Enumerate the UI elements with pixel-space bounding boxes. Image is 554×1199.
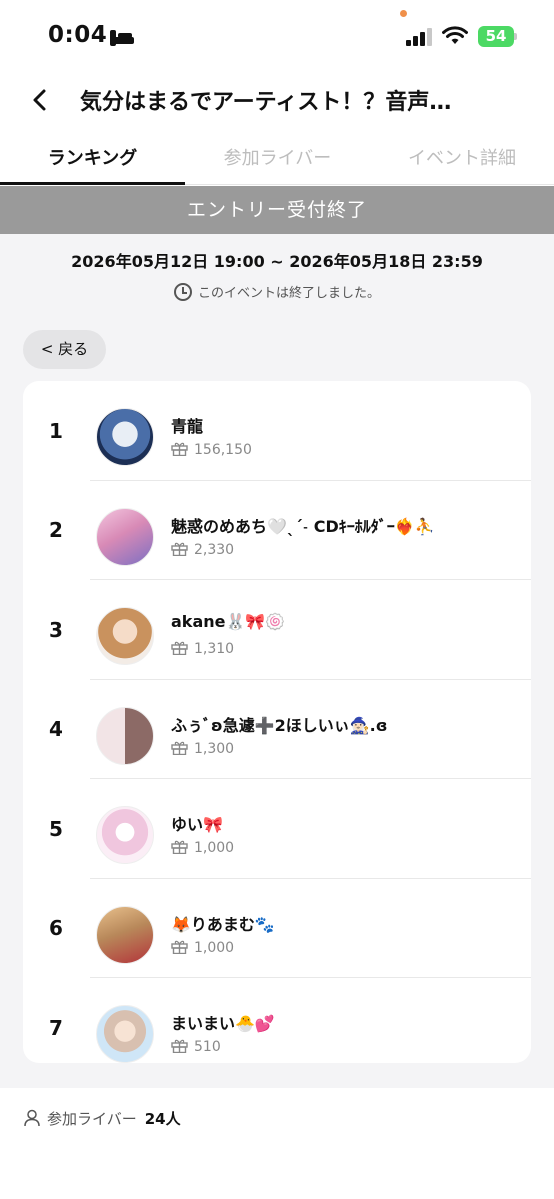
tab-participants[interactable]: 参加ライバー (185, 144, 370, 170)
gift-count: 2,330 (194, 541, 235, 558)
liver-name: まいまい🐣💕 (171, 1014, 275, 1033)
ranking-row[interactable]: 2 魅惑のめあち🤍ˎˊ˗ CDｷｰﾎﾙﾀﾞｰ❤️‍🔥⛹️ 2,330 (23, 481, 531, 580)
rank-number: 2 (49, 518, 63, 543)
gift-count: 1,000 (194, 939, 235, 956)
avatar[interactable] (96, 806, 154, 864)
gift-points: 510 (171, 1038, 221, 1055)
battery-tip (514, 33, 517, 40)
avatar[interactable] (96, 408, 154, 466)
gift-icon (171, 1039, 188, 1053)
rank-number: 7 (49, 1015, 63, 1040)
battery-indicator: 54 (478, 26, 514, 47)
gift-count: 510 (194, 1039, 221, 1055)
active-tab-indicator (0, 182, 185, 185)
gift-points: 1,300 (171, 740, 234, 757)
gift-icon (171, 641, 188, 655)
liver-name: akane🐰🎀🍥 (171, 612, 286, 631)
rank-number: 6 (49, 916, 63, 941)
chevron-left-icon[interactable] (28, 86, 52, 114)
status-time: 0:04 (48, 22, 108, 48)
ranking-row[interactable]: 1 青龍 156,150 (23, 381, 531, 481)
event-period: 2026年05月12日 19:00 ~ 2026年05月18日 23:59 (71, 252, 483, 271)
gift-points: 2,330 (171, 541, 234, 558)
entry-closed-banner: エントリー受付終了 (0, 186, 554, 234)
rank-number: 5 (49, 816, 63, 841)
gift-points: 1,000 (171, 839, 234, 856)
event-ended-text: このイベントは終了しました。 (197, 286, 380, 301)
gift-icon (171, 542, 188, 556)
ranking-list: 1 青龍 156,150 2 魅惑のめあち🤍ˎˊ˗ CDｷｰﾎﾙﾀﾞｰ❤️‍🔥⛹… (23, 381, 531, 1063)
liver-name: 魅惑のめあち🤍ˎˊ˗ CDｷｰﾎﾙﾀﾞｰ❤️‍🔥⛹️ (171, 516, 435, 536)
gift-points: 1,000 (171, 939, 234, 956)
ranking-row[interactable]: 5 ゆい🎀 1,000 (23, 779, 531, 879)
participant-label: 参加ライバー (47, 1110, 137, 1128)
sleep-focus-icon (110, 30, 134, 46)
participant-count[interactable]: 参加ライバー 24人 (23, 1108, 181, 1129)
rank-number: 4 (49, 717, 63, 742)
avatar[interactable] (96, 1005, 154, 1063)
ranking-row[interactable]: 6 🦊りあまむ🐾 1,000 (23, 879, 531, 978)
tab-event-details[interactable]: イベント詳細 (370, 144, 554, 170)
person-icon (24, 1109, 40, 1127)
tab-bar: ランキング 参加ライバー イベント詳細 (0, 130, 554, 186)
liver-name: 青龍 (171, 417, 204, 436)
clock-icon (173, 283, 192, 301)
avatar[interactable] (96, 607, 154, 665)
ranking-row[interactable]: 4 ふぅﾞʚ急遽➕2ほしいぃ🧙🏻‍♀️.ɞ 1,300 (23, 680, 531, 779)
footer-bar: 参加ライバー 24人 (0, 1088, 554, 1199)
tab-ranking[interactable]: ランキング (0, 144, 185, 170)
gift-icon (171, 940, 188, 954)
status-bar: 0:04 54 (0, 0, 554, 70)
page-title: 気分はまるでアーティスト！？音声… (80, 90, 452, 115)
gift-icon (171, 442, 188, 456)
liver-name: ふぅﾞʚ急遽➕2ほしいぃ🧙🏻‍♀️.ɞ (171, 715, 388, 735)
avatar[interactable] (96, 507, 154, 566)
ranking-row[interactable]: 3 akane🐰🎀🍥 1,310 (23, 580, 531, 680)
wifi-icon (442, 26, 468, 44)
gift-count: 156,150 (194, 442, 252, 458)
avatar[interactable] (96, 905, 154, 964)
event-ended-note: このイベントは終了しました。 (0, 282, 554, 301)
gift-icon (171, 840, 188, 854)
back-button[interactable]: < 戻る (23, 330, 106, 369)
gift-points: 156,150 (171, 441, 252, 458)
participant-total: 24人 (144, 1110, 181, 1128)
ranking-row[interactable]: 7 まいまい🐣💕 510 (23, 978, 531, 1063)
rank-number: 1 (49, 418, 63, 443)
gift-count: 1,310 (194, 641, 235, 657)
gift-points: 1,310 (171, 640, 234, 657)
avatar[interactable] (96, 706, 154, 765)
gift-icon (171, 741, 188, 755)
nav-header: 気分はまるでアーティスト！？音声… (0, 70, 554, 130)
liver-name: ゆい🎀 (171, 815, 223, 834)
gift-count: 1,300 (194, 740, 235, 757)
cellular-signal-icon (406, 28, 434, 46)
mic-indicator-icon (400, 10, 407, 17)
liver-name: 🦊りあまむ🐾 (171, 914, 275, 934)
gift-count: 1,000 (194, 840, 235, 856)
rank-number: 3 (49, 617, 63, 642)
